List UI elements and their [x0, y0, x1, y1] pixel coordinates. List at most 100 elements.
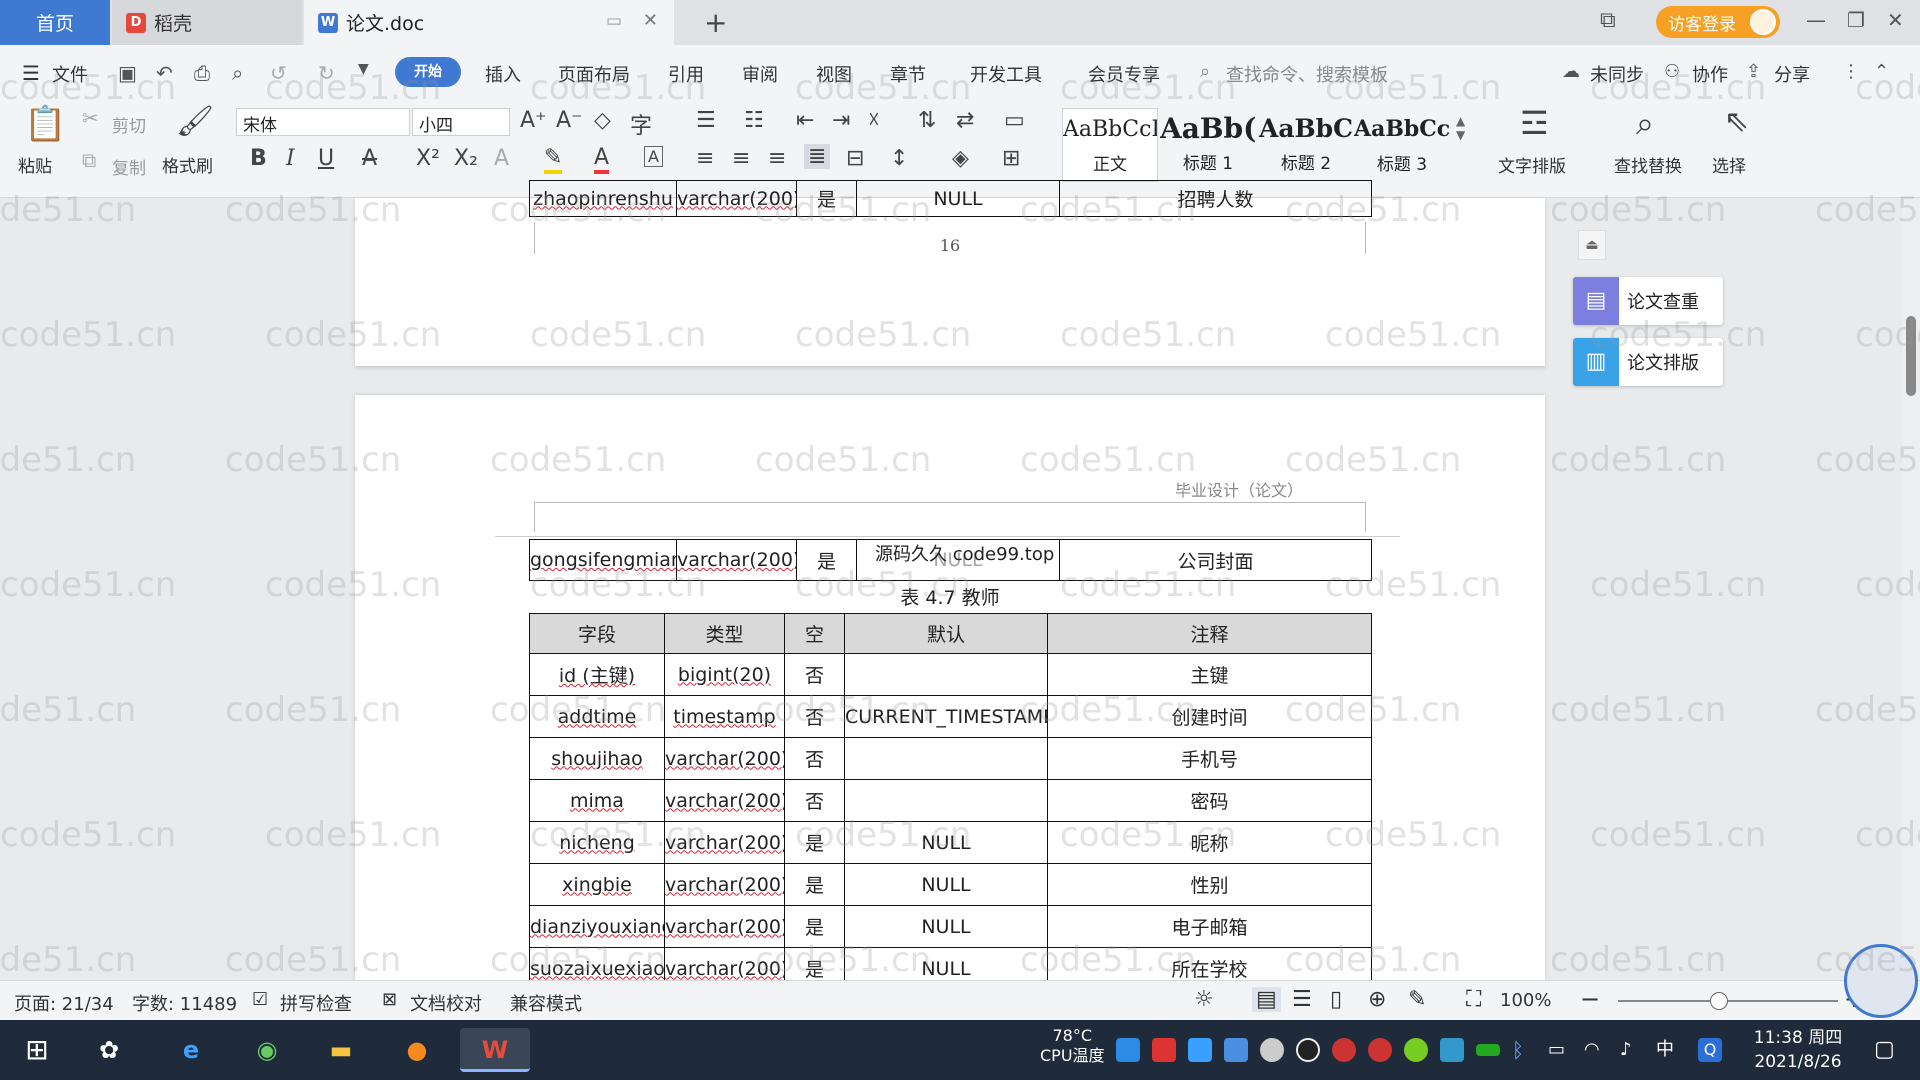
align-right-icon[interactable]: ≡: [768, 146, 786, 171]
numbered-list-icon[interactable]: ☷: [744, 108, 764, 133]
superscript-icon[interactable]: X²: [416, 146, 440, 171]
borders-icon[interactable]: ⊞: [1002, 146, 1020, 171]
phonetic-icon[interactable]: 字: [630, 108, 652, 140]
paste-button[interactable]: 粘贴: [18, 152, 52, 177]
select-button[interactable]: 选择: [1712, 152, 1746, 177]
menu-insert[interactable]: 插入: [485, 61, 521, 87]
undo-history-icon[interactable]: ↶: [156, 61, 173, 85]
distribute-icon[interactable]: ⊟: [846, 146, 864, 171]
char-border-icon[interactable]: A: [644, 146, 663, 167]
battery-icon[interactable]: ▭: [1548, 1038, 1572, 1062]
text-layout-icon[interactable]: ☲: [1520, 104, 1549, 142]
eye-protect-icon[interactable]: ☼: [1194, 987, 1214, 1012]
paper-check-button[interactable]: ▤ 论文查重: [1573, 277, 1723, 325]
align-left-icon[interactable]: ≡: [696, 146, 714, 171]
bold-icon[interactable]: B: [250, 146, 267, 171]
copy-button[interactable]: 复制: [112, 154, 146, 179]
collapse-ribbon-icon[interactable]: ⌃: [1874, 61, 1889, 82]
subscript-icon[interactable]: X₂: [454, 146, 478, 171]
zoom-out-icon[interactable]: −: [1580, 985, 1600, 1013]
app-orange-icon[interactable]: ●: [394, 1028, 440, 1072]
layout-icon[interactable]: ⧉: [1600, 8, 1616, 33]
styles-scroll-icon[interactable]: ▲ ▼: [1456, 114, 1465, 142]
floating-assistant-icon[interactable]: [1844, 944, 1918, 1018]
tray-app-icon[interactable]: [1152, 1038, 1176, 1062]
print-preview-icon[interactable]: ⌕: [232, 61, 243, 85]
redo-icon[interactable]: ↻: [318, 61, 335, 85]
copy-icon[interactable]: ⧉: [82, 148, 96, 172]
qq-icon[interactable]: [1296, 1038, 1320, 1062]
fit-page-icon[interactable]: ⛶: [1466, 987, 1481, 1012]
menu-review[interactable]: 审阅: [742, 61, 778, 87]
vertical-scrollbar[interactable]: [1902, 198, 1920, 980]
menu-dev-tools[interactable]: 开发工具: [970, 61, 1042, 87]
search-icon[interactable]: ⌕: [1200, 61, 1210, 82]
shading-icon[interactable]: ◈: [952, 146, 969, 171]
increase-indent-icon[interactable]: ⇥: [832, 108, 850, 133]
style-heading-1[interactable]: AaBb( 标题 1: [1160, 108, 1256, 178]
login-button[interactable]: 访客登录: [1656, 6, 1780, 38]
justify-icon[interactable]: ≣: [804, 144, 831, 169]
decrease-indent-icon[interactable]: ⇤: [796, 108, 814, 133]
tray-app-icon[interactable]: [1188, 1038, 1212, 1062]
page-view-icon[interactable]: ▤: [1252, 987, 1281, 1012]
text-effect-icon[interactable]: A: [494, 146, 509, 171]
collab-button[interactable]: 协作: [1692, 61, 1728, 87]
strikethrough-icon[interactable]: A: [362, 146, 377, 171]
format-painter-icon[interactable]: 🖌: [176, 104, 214, 139]
tab-daoke[interactable]: D 稻壳: [112, 0, 302, 45]
align-center-icon[interactable]: ≡: [732, 146, 750, 171]
find-replace-button[interactable]: 查找替换: [1614, 152, 1682, 177]
zoom-slider[interactable]: [1618, 992, 1838, 1010]
menu-view[interactable]: 视图: [816, 61, 852, 87]
sync-status[interactable]: 未同步: [1590, 61, 1644, 87]
line-spacing-icon[interactable]: ↕: [890, 146, 908, 171]
ime-indicator[interactable]: 中: [1656, 1038, 1680, 1062]
tray-app-icon[interactable]: [1116, 1038, 1140, 1062]
minimize-button[interactable]: —: [1806, 8, 1826, 32]
undo-icon[interactable]: ↺: [270, 61, 287, 85]
ruler-icon[interactable]: ▭: [1004, 108, 1025, 133]
tab-close-icon[interactable]: ✕: [643, 10, 658, 31]
paste-icon[interactable]: 📋: [24, 104, 66, 144]
read-view-icon[interactable]: ▯: [1330, 987, 1342, 1012]
magnifier-icon[interactable]: ⌕: [1636, 104, 1654, 143]
spell-check-button[interactable]: 拼写检查: [280, 990, 352, 1016]
grow-font-icon[interactable]: A⁺: [520, 108, 547, 133]
shield-icon[interactable]: [1224, 1038, 1248, 1062]
browser-360-icon[interactable]: ◉: [244, 1028, 290, 1072]
print-icon[interactable]: ⎙: [194, 61, 210, 85]
tab-home[interactable]: 首页: [0, 0, 110, 45]
style-heading-3[interactable]: AaBbCcl 标题 3: [1354, 108, 1450, 178]
bullet-list-icon[interactable]: ☰: [696, 108, 716, 133]
new-tab-button[interactable]: +: [690, 0, 727, 45]
page-indicator[interactable]: 页面: 21/34: [14, 990, 114, 1016]
menu-start[interactable]: 开始: [395, 57, 461, 87]
menu-file[interactable]: 文件: [52, 61, 88, 87]
format-painter-button[interactable]: 格式刷: [162, 152, 213, 177]
hamburger-icon[interactable]: ☰: [22, 61, 40, 85]
outline-view-icon[interactable]: ☰: [1292, 987, 1312, 1012]
chinese-layout-icon[interactable]: ☓: [868, 108, 880, 133]
scroll-top-icon[interactable]: ⏏: [1578, 230, 1606, 260]
text-layout-button[interactable]: 文字排版: [1498, 152, 1566, 177]
shrink-font-icon[interactable]: A⁻: [556, 108, 583, 133]
start-icon[interactable]: ⊞: [14, 1028, 60, 1072]
more-icon[interactable]: ⋮: [1842, 61, 1860, 82]
tray-app-icon[interactable]: [1440, 1038, 1464, 1062]
search-app-icon[interactable]: Q: [1698, 1038, 1722, 1062]
scroll-thumb[interactable]: [1906, 316, 1916, 396]
zoom-level[interactable]: 100%: [1500, 990, 1551, 1011]
command-search-input[interactable]: 查找命令、搜索模板: [1226, 61, 1388, 87]
wps-icon[interactable]: W: [460, 1028, 530, 1072]
tray-app-icon[interactable]: [1404, 1038, 1428, 1062]
font-family-select[interactable]: 宋体: [236, 108, 410, 136]
battery-app-icon[interactable]: [1476, 1044, 1500, 1056]
highlight-icon[interactable]: ✎: [544, 146, 563, 174]
notification-icon[interactable]: ▢: [1874, 1038, 1898, 1062]
font-color-icon[interactable]: A: [594, 146, 610, 174]
wifi-icon[interactable]: ◠: [1584, 1038, 1608, 1062]
style-normal[interactable]: AaBbCcI 正文: [1062, 108, 1158, 182]
customize-icon[interactable]: ▼: [358, 61, 369, 77]
volume-icon[interactable]: ♪: [1620, 1038, 1644, 1062]
